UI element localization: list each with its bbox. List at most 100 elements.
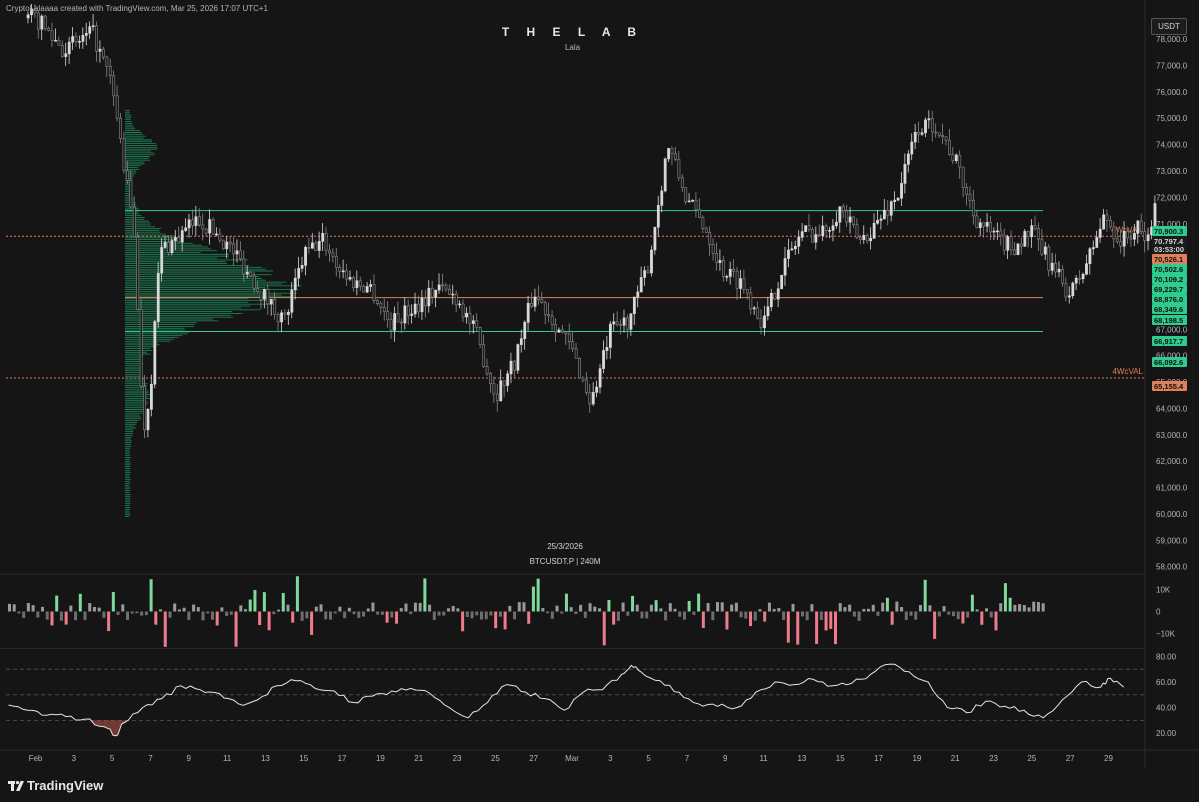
candle-body bbox=[458, 303, 462, 306]
delta-bar bbox=[664, 611, 668, 621]
candle-body bbox=[807, 225, 811, 230]
candle-body bbox=[999, 230, 1003, 236]
candle-body bbox=[393, 313, 396, 331]
candle-body bbox=[468, 312, 472, 324]
candle-body bbox=[1112, 226, 1116, 240]
candle-body bbox=[1067, 295, 1071, 298]
candle-body bbox=[550, 315, 554, 325]
delta-bar bbox=[395, 611, 399, 624]
delta-bar bbox=[310, 611, 314, 635]
currency-button[interactable]: USDT bbox=[1151, 18, 1187, 35]
delta-bar bbox=[734, 602, 738, 612]
delta-bar bbox=[418, 602, 422, 612]
candle-body bbox=[105, 56, 109, 67]
delta-bar bbox=[640, 611, 644, 619]
delta-bar bbox=[673, 608, 677, 612]
delta-bar bbox=[149, 579, 153, 612]
delta-bar bbox=[1008, 597, 1012, 612]
delta-bar bbox=[867, 608, 871, 612]
candle-body bbox=[403, 305, 407, 324]
delta-bar bbox=[631, 595, 635, 612]
candle-body bbox=[26, 14, 30, 19]
price-tag-label: 70,109.2 bbox=[1154, 275, 1183, 284]
delta-bar bbox=[371, 602, 375, 612]
delta-bar bbox=[706, 603, 710, 612]
candle-body bbox=[674, 153, 677, 160]
time-tick-label: 11 bbox=[759, 754, 768, 763]
candle-body bbox=[1033, 225, 1037, 229]
candle-body bbox=[362, 285, 366, 293]
candle-body bbox=[1098, 228, 1102, 238]
candle-body bbox=[879, 218, 883, 221]
candle-body bbox=[1050, 262, 1054, 271]
candle-body bbox=[989, 222, 992, 233]
delta-bar bbox=[645, 611, 649, 619]
delta-bar bbox=[579, 604, 583, 612]
candle-body bbox=[1020, 243, 1023, 247]
time-tick-label: 27 bbox=[529, 754, 538, 763]
candle-body bbox=[821, 225, 825, 237]
candle-body bbox=[448, 288, 451, 295]
candle-body bbox=[379, 303, 383, 308]
delta-bar bbox=[45, 611, 49, 620]
price-tag-label: 68,349.6 bbox=[1154, 305, 1183, 314]
delta-bar bbox=[41, 606, 45, 612]
candle-body bbox=[348, 277, 352, 280]
delta-bar bbox=[966, 611, 970, 618]
candle-body bbox=[150, 383, 153, 410]
delta-bar bbox=[999, 603, 1003, 612]
delta-bar bbox=[475, 611, 479, 616]
delta-bar bbox=[55, 595, 59, 612]
time-tick-label: 27 bbox=[1066, 754, 1075, 763]
delta-bar bbox=[692, 611, 696, 615]
level-label: 4WcVAL bbox=[1112, 367, 1143, 376]
time-tick-label: 13 bbox=[797, 754, 806, 763]
delta-bar bbox=[390, 611, 394, 618]
time-tick-label: 17 bbox=[874, 754, 883, 763]
candle-body bbox=[245, 271, 249, 275]
tradingview-logo-icon bbox=[8, 781, 24, 791]
candle-body bbox=[1054, 262, 1058, 273]
candle-body bbox=[204, 228, 208, 234]
delta-bar bbox=[102, 611, 106, 618]
candle-body bbox=[1006, 236, 1010, 251]
candle-body bbox=[715, 253, 718, 263]
time-tick-label: Feb bbox=[29, 754, 43, 763]
candle-body bbox=[242, 258, 246, 275]
candle-body bbox=[519, 338, 523, 345]
delta-bar bbox=[970, 594, 974, 612]
candle-body bbox=[146, 409, 150, 431]
delta-bar bbox=[744, 611, 748, 619]
delta-bar bbox=[362, 611, 365, 617]
candle-body bbox=[913, 131, 917, 143]
candle-body bbox=[745, 289, 749, 294]
candle-body bbox=[64, 53, 68, 57]
candle-body bbox=[598, 368, 602, 388]
candle-body bbox=[300, 265, 304, 269]
delta-bar bbox=[881, 602, 885, 612]
candle-body bbox=[865, 235, 869, 242]
candle-body bbox=[814, 234, 818, 243]
delta-bar bbox=[522, 602, 526, 612]
candle-body bbox=[269, 298, 273, 305]
candle-body bbox=[338, 267, 342, 272]
tradingview-logo[interactable]: TradingView bbox=[8, 778, 103, 793]
delta-bar bbox=[607, 599, 611, 612]
candle-body bbox=[540, 299, 544, 303]
delta-bar bbox=[602, 611, 606, 646]
price-tick-label: 67,000.0 bbox=[1156, 325, 1188, 334]
delta-bar bbox=[517, 602, 521, 612]
candle-body bbox=[1026, 231, 1030, 238]
delta-bar bbox=[229, 611, 233, 615]
candle-body bbox=[465, 312, 468, 318]
delta-bar bbox=[144, 611, 148, 616]
delta-tick-label: −10K bbox=[1156, 630, 1176, 639]
delta-bar bbox=[876, 611, 880, 616]
candle-body bbox=[653, 226, 657, 251]
trading-chart[interactable]: 4WcVAH4WcVAL 10K0−10K 80.0060.0040.0020.… bbox=[0, 0, 1199, 802]
candle-body bbox=[948, 139, 951, 155]
delta-bar bbox=[659, 608, 663, 612]
candle-body bbox=[273, 298, 277, 315]
delta-bar bbox=[253, 589, 257, 612]
candle-body bbox=[722, 260, 725, 277]
